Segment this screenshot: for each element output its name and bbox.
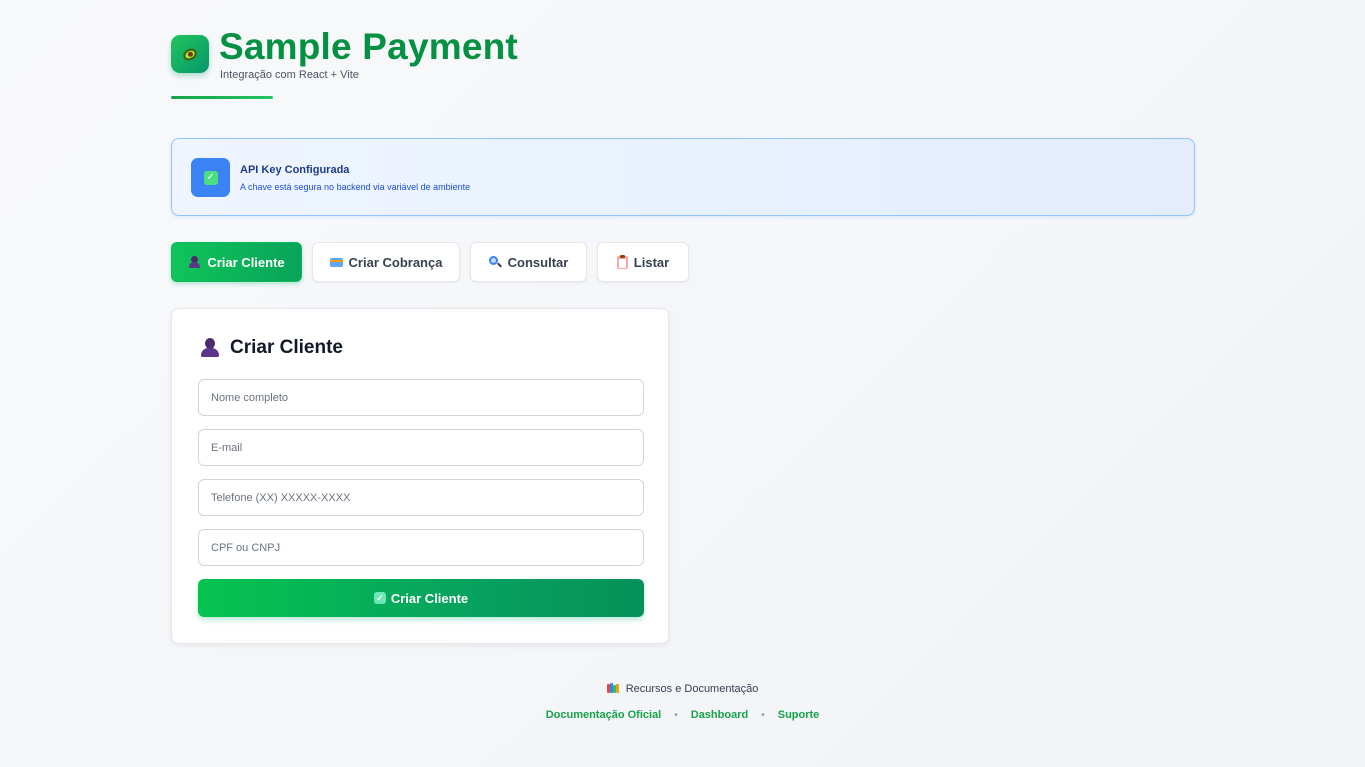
document-input[interactable] [198, 529, 644, 566]
credit-card-icon [329, 257, 343, 267]
phone-input[interactable] [198, 479, 644, 516]
tab-label: Criar Cliente [207, 254, 285, 270]
magnifier-icon [488, 255, 502, 269]
api-key-banner: ✓ API Key Configurada A chave está segur… [171, 138, 1195, 216]
submit-label: Criar Cliente [390, 590, 469, 606]
app-header: Sample Payment Integração com React + Vi… [171, 26, 518, 81]
card-header: Criar Cliente [200, 337, 343, 359]
link-suporte[interactable]: Suporte [778, 709, 820, 721]
create-client-card: Criar Cliente ✓ Criar Cliente [171, 308, 669, 644]
clipboard-icon [616, 254, 628, 269]
title-underline [171, 96, 273, 99]
footer-title-text: Recursos e Documentação [625, 683, 759, 695]
email-input[interactable] [198, 429, 644, 466]
app-logo [171, 35, 209, 73]
create-client-button[interactable]: ✓ Criar Cliente [198, 579, 644, 617]
check-icon: ✓ [373, 592, 386, 604]
tab-listar[interactable]: Listar [597, 242, 689, 282]
banner-icon-box: ✓ [191, 158, 230, 197]
page-title: Sample Payment [219, 26, 518, 67]
books-icon [606, 683, 619, 693]
footer-links: Documentação Oficial • Dashboard • Supor… [0, 709, 1365, 721]
tab-label: Consultar [507, 254, 569, 270]
banner-title: API Key Configurada [240, 164, 350, 176]
separator: • [674, 709, 678, 721]
link-dashboard[interactable]: Dashboard [691, 709, 748, 721]
tab-consultar[interactable]: Consultar [470, 242, 587, 282]
title-block: Sample Payment Integração com React + Vi… [219, 26, 518, 81]
check-icon: ✓ [203, 170, 218, 185]
person-icon [200, 338, 220, 358]
tab-bar: Criar Cliente Criar Cobrança Consultar L… [171, 242, 699, 282]
person-icon [188, 255, 201, 269]
tab-label: Criar Cobrança [348, 254, 443, 270]
avocado-icon [181, 45, 199, 63]
name-input[interactable] [198, 379, 644, 416]
tab-criar-cobranca[interactable]: Criar Cobrança [312, 242, 460, 282]
page-subtitle: Integração com React + Vite [220, 69, 359, 81]
banner-description: A chave está segura no backend via variá… [240, 182, 471, 192]
link-documentacao[interactable]: Documentação Oficial [546, 709, 662, 721]
tab-label: Listar [633, 254, 670, 270]
tab-criar-cliente[interactable]: Criar Cliente [171, 242, 302, 282]
separator: • [761, 709, 765, 721]
footer-title: Recursos e Documentação [0, 683, 1365, 695]
card-title: Criar Cliente [230, 337, 343, 358]
